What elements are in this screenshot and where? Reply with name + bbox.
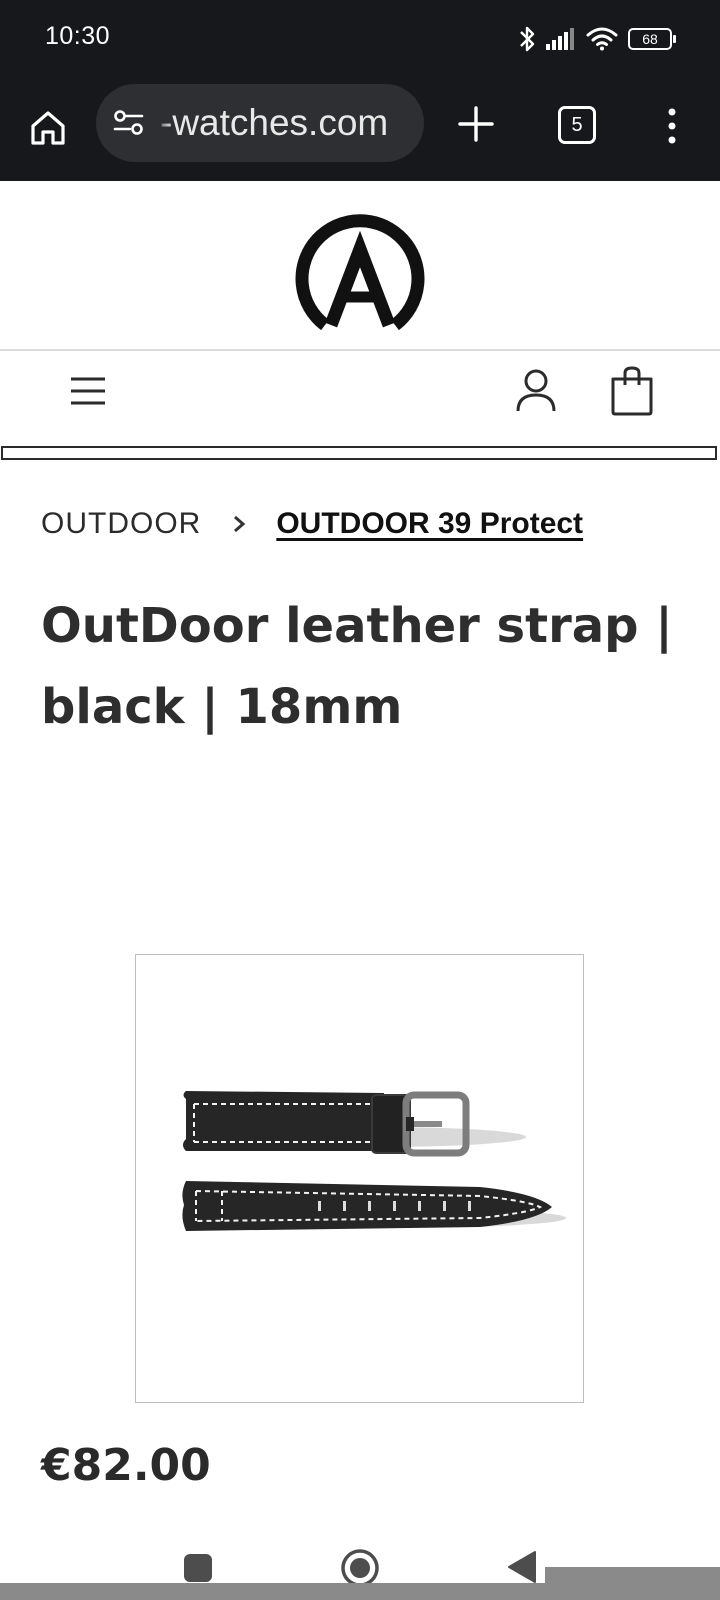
product-title: OutDoor leather strap | black | 18mm [41,598,673,735]
tab-count: 5 [571,114,583,136]
site-nav [0,351,720,443]
account-icon[interactable] [514,367,558,415]
battery-level: 68 [642,31,658,47]
recent-apps-button[interactable] [184,1554,212,1582]
hamburger-menu-icon[interactable] [68,371,108,411]
gesture-strip [0,1583,720,1600]
address-bar[interactable]: -watches.com [96,84,424,162]
breadcrumb-current-link[interactable]: OUTDOOR 39 Protect [276,507,583,541]
battery-icon: 68 [628,28,676,50]
breadcrumb: OUTDOOR OUTDOOR 39 Protect [41,504,583,544]
wifi-icon [586,27,618,51]
status-bar: 10:30 68 [0,0,720,78]
product-price: €82.00 [41,1440,211,1491]
bluetooth-icon [520,26,535,52]
url-fade [154,96,172,150]
more-menu-icon[interactable] [660,104,684,148]
signal-icon [546,28,574,50]
brand-logo[interactable] [293,213,427,331]
status-icons: 68 [518,22,676,56]
product-image[interactable] [135,954,584,1403]
home-icon[interactable] [28,108,68,148]
new-tab-plus-icon[interactable] [454,102,498,146]
site-header [0,181,720,351]
site-settings-icon[interactable] [112,108,146,138]
browser-toolbar: -watches.com 5 [0,78,720,181]
back-button-icon[interactable] [507,1550,537,1584]
watch-strap-illustration [182,1091,566,1231]
shopping-bag-icon[interactable] [608,365,656,417]
status-time: 10:30 [45,22,111,50]
chevron-right-icon [234,515,246,533]
url-text[interactable]: -watches.com [160,102,388,144]
tab-switcher-button[interactable]: 5 [558,106,596,144]
breadcrumb-parent-link[interactable]: OUTDOOR [41,507,201,541]
announcement-bar [1,446,717,460]
home-button-icon[interactable] [340,1548,380,1588]
